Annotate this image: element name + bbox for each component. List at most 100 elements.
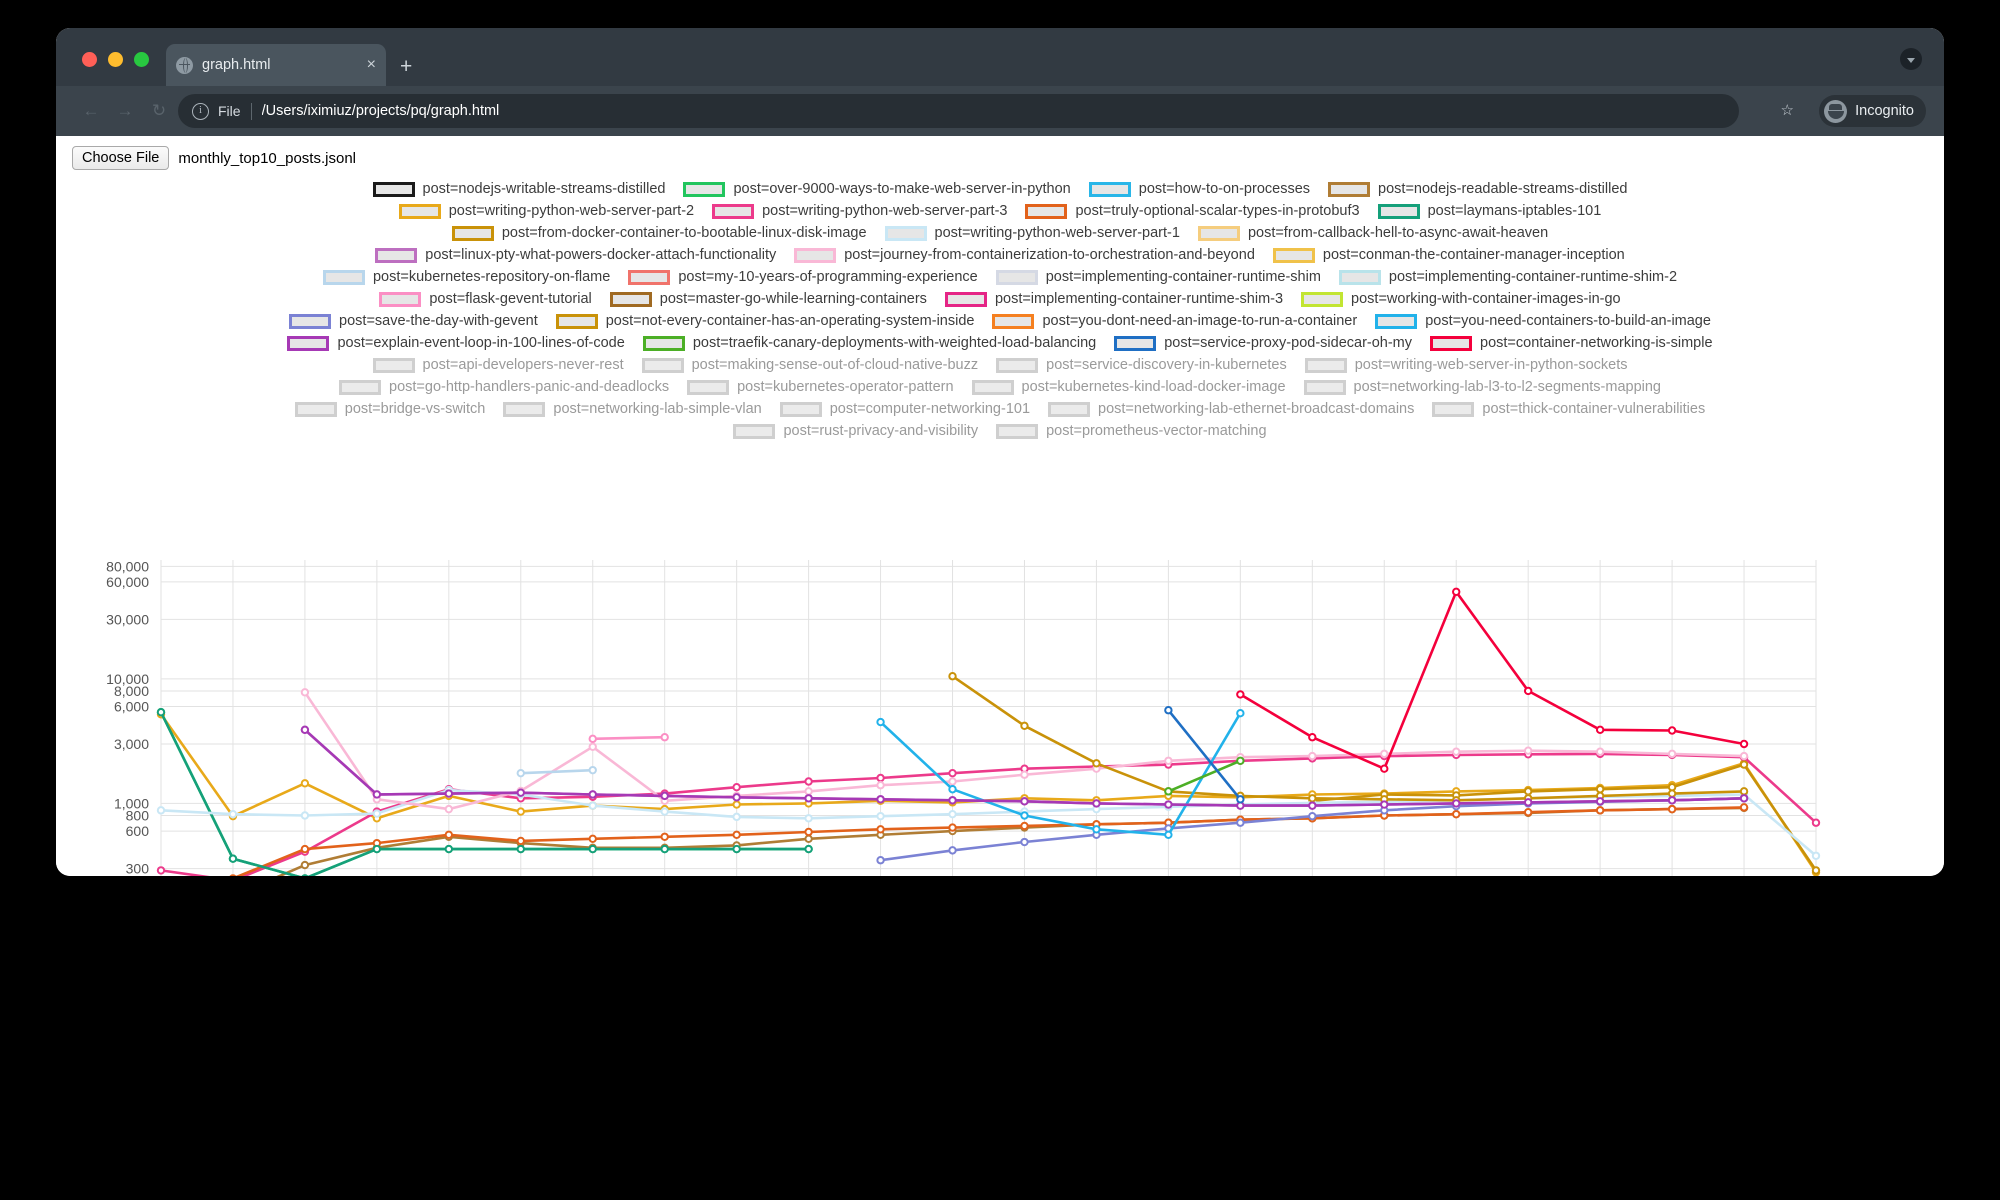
legend-item[interactable]: post=implementing-container-runtime-shim…: [944, 291, 1283, 307]
close-icon[interactable]: ×: [367, 57, 376, 73]
legend-item[interactable]: post=thick-container-vulnerabilities: [1432, 401, 1705, 417]
legend-item-label: post=how-to-on-processes: [1138, 181, 1311, 197]
chevron-down-icon[interactable]: [1900, 48, 1922, 70]
series-line: [519, 768, 595, 775]
legend-item[interactable]: post=kubernetes-repository-on-flame: [322, 269, 610, 285]
legend-item[interactable]: post=writing-python-web-server-part-1: [884, 225, 1180, 241]
legend-item-label: post=you-dont-need-an-image-to-run-a-con…: [1042, 313, 1358, 329]
legend-item[interactable]: post=making-sense-out-of-cloud-native-bu…: [641, 357, 978, 373]
window-close-button[interactable]: [82, 52, 97, 67]
legend-item[interactable]: post=networking-lab-ethernet-broadcast-d…: [1048, 401, 1414, 417]
new-tab-button[interactable]: +: [400, 56, 412, 77]
series-point: [660, 844, 669, 854]
legend-item[interactable]: post=go-http-handlers-panic-and-deadlock…: [339, 379, 669, 395]
series-point: [660, 791, 669, 801]
legend-row: post=kubernetes-repository-on-flame post=…: [322, 266, 1677, 288]
legend-item[interactable]: post=implementing-container-runtime-shim: [995, 269, 1321, 285]
legend-color-swatch: [339, 379, 381, 395]
legend-color-swatch: [289, 313, 332, 329]
series-point: [1523, 787, 1533, 796]
legend-item-label: post=laymans-iptables-101: [1427, 203, 1602, 219]
series-point: [1380, 800, 1389, 809]
window-maximize-button[interactable]: [134, 52, 149, 67]
y-axis-tick-label: 8,000: [114, 683, 149, 699]
info-icon[interactable]: i: [192, 102, 209, 120]
back-button[interactable]: ←: [80, 100, 102, 122]
legend-item[interactable]: post=journey-from-containerization-to-or…: [794, 247, 1255, 263]
legend-item[interactable]: post=kubernetes-operator-pattern: [687, 379, 954, 395]
series-point: [228, 854, 238, 863]
series-point: [1667, 796, 1677, 805]
legend-item[interactable]: post=writing-web-server-in-python-socket…: [1304, 357, 1627, 373]
legend-item[interactable]: post=api-developers-never-rest: [372, 357, 624, 373]
series-point: [1308, 733, 1317, 742]
browser-toolbar: ← → ↻ i File /Users/iximiuz/projects/pq/…: [56, 86, 1944, 136]
legend-color-swatch: [995, 269, 1038, 285]
legend-item[interactable]: post=networking-lab-simple-vlan: [503, 401, 762, 417]
series-point: [1236, 756, 1245, 765]
legend-item[interactable]: post=writing-python-web-server-part-3: [712, 203, 1007, 219]
bookmark-star-icon[interactable]: ☆: [1781, 101, 1794, 119]
legend-item[interactable]: post=service-proxy-pod-sidecar-oh-my: [1114, 335, 1412, 351]
series-point: [156, 806, 166, 815]
legend-item[interactable]: post=conman-the-container-manager-incept…: [1272, 247, 1625, 263]
legend-item[interactable]: post=container-networking-is-simple: [1430, 335, 1713, 351]
legend-item[interactable]: post=my-10-years-of-programming-experien…: [628, 269, 978, 285]
legend-item[interactable]: post=from-docker-container-to-bootable-l…: [451, 225, 867, 241]
legend-item[interactable]: post=laymans-iptables-101: [1377, 203, 1602, 219]
legend-item[interactable]: post=writing-python-web-server-part-2: [398, 203, 694, 219]
window-minimize-button[interactable]: [108, 52, 123, 67]
series-line: [1239, 590, 1746, 770]
series-point: [1452, 809, 1461, 819]
legend-item[interactable]: post=you-dont-need-an-image-to-run-a-con…: [992, 313, 1357, 329]
legend-item[interactable]: post=bridge-vs-switch: [294, 401, 485, 417]
legend-item[interactable]: post=service-discovery-in-kubernetes: [996, 357, 1287, 373]
legend-item[interactable]: post=working-with-container-images-in-go: [1301, 291, 1621, 307]
legend-item[interactable]: post=traefik-canary-deployments-with-wei…: [642, 335, 1096, 351]
legend-item[interactable]: post=rust-privacy-and-visibility: [733, 423, 978, 439]
legend-item[interactable]: post=save-the-day-with-gevent: [289, 313, 538, 329]
legend-item[interactable]: post=master-go-while-learning-containers: [609, 291, 927, 307]
y-axis-tick-label: 30,000: [106, 611, 149, 627]
legend-item-label: post=master-go-while-learning-containers: [659, 291, 927, 307]
choose-file-button[interactable]: Choose File: [72, 146, 170, 170]
legend-item[interactable]: post=networking-lab-l3-to-l2-segments-ma…: [1303, 379, 1661, 395]
legend-item[interactable]: post=not-every-container-has-an-operatin…: [555, 313, 974, 329]
incognito-indicator[interactable]: Incognito: [1819, 95, 1926, 127]
series-point: [804, 827, 813, 837]
legend-item[interactable]: post=how-to-on-processes: [1088, 181, 1311, 197]
legend-item[interactable]: post=nodejs-writable-streams-distilled: [372, 181, 666, 197]
legend-item[interactable]: post=over-9000-ways-to-make-web-server-i…: [683, 181, 1071, 197]
series-point: [1020, 797, 1029, 806]
series-point: [1811, 818, 1821, 827]
browser-tab[interactable]: graph.html ×: [166, 44, 386, 86]
legend-item[interactable]: post=nodejs-readable-streams-distilled: [1328, 181, 1627, 197]
legend-item[interactable]: post=truly-optional-scalar-types-in-prot…: [1025, 203, 1360, 219]
file-picker-row: Choose File monthly_top10_posts.jsonl: [72, 146, 356, 170]
series-point: [948, 823, 957, 832]
legend-item-label: post=over-9000-ways-to-make-web-server-i…: [733, 181, 1071, 197]
reload-button[interactable]: ↻: [148, 100, 170, 122]
series-point: [1092, 799, 1101, 808]
legend-item[interactable]: post=flask-gevent-tutorial: [379, 291, 592, 307]
legend-item[interactable]: post=explain-event-loop-in-100-lines-of-…: [287, 335, 625, 351]
legend-color-swatch: [379, 291, 422, 307]
legend-item[interactable]: post=from-callback-hell-to-async-await-h…: [1197, 225, 1548, 241]
legend-color-swatch: [1272, 247, 1315, 263]
forward-button[interactable]: →: [114, 100, 136, 122]
legend-item[interactable]: post=computer-networking-101: [779, 401, 1030, 417]
address-bar[interactable]: i File /Users/iximiuz/projects/pq/graph.…: [178, 94, 1739, 128]
series-point: [660, 807, 669, 816]
legend-color-swatch: [687, 379, 730, 395]
series-point: [1380, 764, 1389, 773]
legend-item-label: post=networking-lab-l3-to-l2-segments-ma…: [1353, 379, 1661, 395]
legend-item[interactable]: post=linux-pty-what-powers-docker-attach…: [375, 247, 776, 263]
legend-item[interactable]: post=kubernetes-kind-load-docker-image: [971, 379, 1286, 395]
legend-color-swatch: [1432, 401, 1475, 417]
legend-item[interactable]: post=implementing-container-runtime-shim…: [1338, 269, 1677, 285]
series-point: [300, 811, 310, 820]
legend-item[interactable]: post=you-need-containers-to-build-an-ima…: [1375, 313, 1711, 329]
series-point: [948, 777, 957, 786]
legend-item-label: post=nodejs-writable-streams-distilled: [422, 181, 666, 197]
legend-item[interactable]: post=prometheus-vector-matching: [996, 423, 1267, 439]
